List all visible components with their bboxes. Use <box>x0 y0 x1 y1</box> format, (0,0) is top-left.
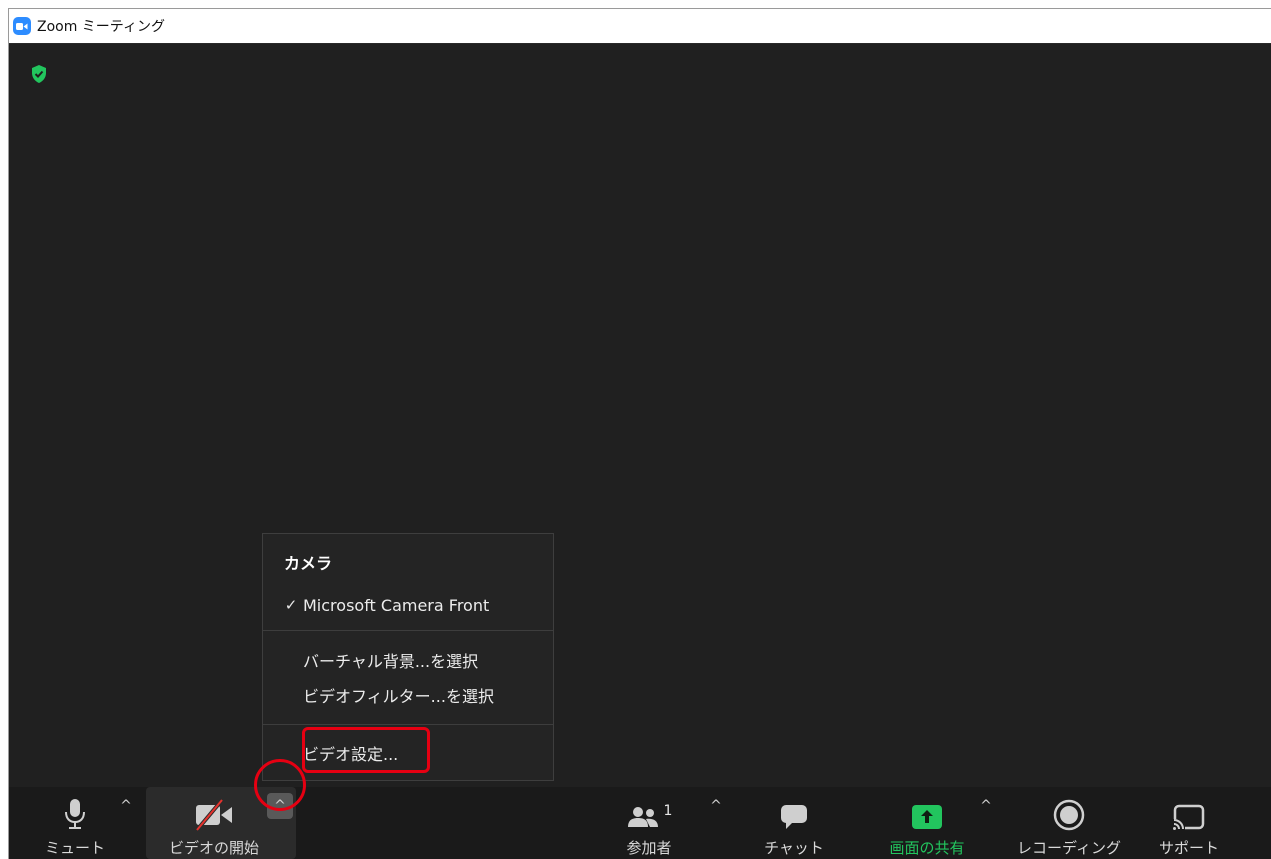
video-settings-label: ビデオ設定... <box>303 745 399 764</box>
share-screen-button[interactable]: 画面の共有 <box>877 787 977 859</box>
window-title: Zoom ミーティング <box>37 19 165 35</box>
menu-item-video-filter[interactable]: ビデオフィルター...を選択 <box>263 680 553 710</box>
start-video-button[interactable]: ビデオの開始 <box>159 787 269 859</box>
chat-label: チャット <box>764 839 824 857</box>
menu-divider <box>263 630 553 631</box>
record-button[interactable]: レコーディング <box>1014 787 1124 859</box>
support-label: サポート <box>1158 839 1219 857</box>
participants-button[interactable]: 1 参加者 <box>609 787 689 859</box>
participants-label: 参加者 <box>626 839 672 857</box>
mute-button[interactable]: ミュート <box>39 787 111 859</box>
chevron-up-icon: ^ <box>710 798 722 814</box>
menu-item-video-settings[interactable]: ビデオ設定... <box>263 738 553 768</box>
audio-options-caret[interactable]: ^ <box>113 793 139 819</box>
chevron-up-icon: ^ <box>980 798 992 814</box>
microphone-icon <box>62 787 88 831</box>
zoom-window: Zoom ミーティング カメラ ✓ Microsoft Camera Front… <box>8 8 1271 859</box>
meeting-toolbar: ミュート ^ ビデオの開始 ^ 1 参加者 ^ チャット 画面の共有 ^ レコー… <box>9 787 1271 859</box>
video-area <box>9 44 1271 787</box>
video-options-caret[interactable]: ^ <box>267 793 293 819</box>
cast-icon <box>1171 787 1207 831</box>
record-icon <box>1053 787 1085 831</box>
checkmark-icon: ✓ <box>284 596 298 614</box>
video-filter-label: ビデオフィルター...を選択 <box>303 687 494 706</box>
share-options-caret[interactable]: ^ <box>973 793 999 819</box>
chevron-up-icon: ^ <box>274 798 286 814</box>
mute-label: ミュート <box>44 839 105 857</box>
participants-options-caret[interactable]: ^ <box>703 793 729 819</box>
menu-divider <box>263 724 553 725</box>
support-button[interactable]: サポート <box>1149 787 1229 859</box>
participants-icon: 1 <box>626 787 673 831</box>
chat-button[interactable]: チャット <box>754 787 834 859</box>
share-screen-icon <box>911 787 943 831</box>
participants-count: 1 <box>663 803 673 819</box>
title-bar: Zoom ミーティング <box>9 9 1271 44</box>
menu-item-camera-device[interactable]: ✓ Microsoft Camera Front <box>263 590 553 620</box>
record-label: レコーディング <box>1017 839 1121 857</box>
chevron-up-icon: ^ <box>120 798 132 814</box>
zoom-app-icon <box>13 17 31 35</box>
encryption-shield-icon[interactable] <box>29 64 49 84</box>
menu-item-virtual-background[interactable]: バーチャル背景...を選択 <box>263 645 553 675</box>
start-video-label: ビデオの開始 <box>168 839 259 857</box>
menu-header-camera: カメラ <box>284 554 333 573</box>
video-options-menu: カメラ ✓ Microsoft Camera Front バーチャル背景...を… <box>262 533 554 781</box>
virtual-background-label: バーチャル背景...を選択 <box>303 652 479 671</box>
share-screen-label: 画面の共有 <box>889 839 965 857</box>
chat-icon <box>779 787 809 831</box>
video-off-icon <box>194 787 234 831</box>
camera-device-label: Microsoft Camera Front <box>303 595 490 615</box>
